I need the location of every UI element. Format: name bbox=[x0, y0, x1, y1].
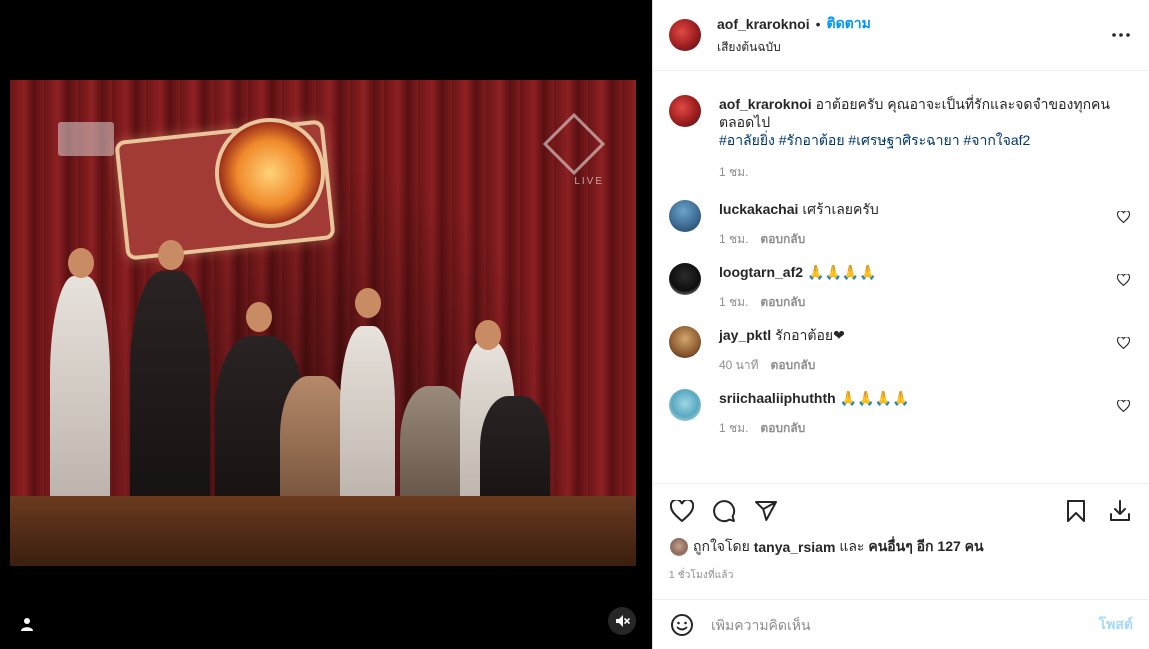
action-icon-right-group bbox=[1063, 498, 1133, 524]
comments-list[interactable]: aof_kraroknoi อาต้อยครับ คุณอาจะเป็นที่รั… bbox=[653, 71, 1149, 483]
avatar[interactable] bbox=[669, 19, 701, 51]
separator-dot: • bbox=[815, 16, 821, 32]
post-side-panel: aof_kraroknoi • ติดตาม เสียงต้นฉบับ aof_… bbox=[652, 0, 1149, 649]
comment-body: sriichaaliiphuthth 🙏🙏🙏🙏 1 ชม. ตอบกลับ bbox=[719, 389, 1129, 438]
avatar[interactable] bbox=[669, 200, 701, 232]
avatar[interactable] bbox=[669, 537, 689, 557]
live-logo bbox=[542, 112, 606, 176]
heart-icon[interactable] bbox=[1116, 399, 1131, 413]
comment-meta: 40 นาที ตอบกลับ bbox=[719, 356, 1129, 375]
list-item: loogtarn_af2 🙏🙏🙏🙏 1 ชม. ตอบกลับ bbox=[669, 263, 1133, 312]
comment-icon[interactable] bbox=[711, 498, 737, 524]
heart-icon[interactable] bbox=[1116, 210, 1131, 224]
comment-meta: 1 ชม. ตอบกลับ bbox=[719, 419, 1129, 438]
channel-logo bbox=[58, 122, 114, 156]
stage-person bbox=[130, 271, 210, 526]
stage-person-head bbox=[475, 320, 501, 350]
emoji-icon[interactable] bbox=[669, 612, 695, 638]
follow-button[interactable]: ติดตาม bbox=[827, 13, 871, 35]
post-comment-button[interactable]: โพสต์ bbox=[1099, 614, 1133, 636]
comment-time: 1 ชม. bbox=[719, 295, 749, 309]
reply-button[interactable]: ตอบกลับ bbox=[760, 230, 805, 249]
comment-message: เศร้าเลยครับ bbox=[802, 201, 879, 217]
likes-summary: ถูกใจโดย tanya_rsiam และ คนอื่นๆ อีก 127… bbox=[669, 536, 1133, 558]
caption-meta: 1 ชม. bbox=[719, 163, 1129, 182]
caption-time: 1 ชม. bbox=[719, 165, 749, 179]
post-header: aof_kraroknoi • ติดตาม เสียงต้นฉบับ bbox=[653, 0, 1149, 71]
comment-body: luckakachai เศร้าเลยครับ 1 ชม. ตอบกลับ bbox=[719, 200, 1129, 249]
comment-username[interactable]: luckakachai bbox=[719, 201, 798, 217]
reply-button[interactable]: ตอบกลับ bbox=[760, 293, 805, 312]
caption: aof_kraroknoi อาต้อยครับ คุณอาจะเป็นที่รั… bbox=[669, 87, 1133, 182]
user-tag-icon[interactable] bbox=[16, 613, 38, 635]
comment-body: loogtarn_af2 🙏🙏🙏🙏 1 ชม. ตอบกลับ bbox=[719, 263, 1129, 312]
live-label: LIVE bbox=[574, 176, 604, 187]
stage-person-head bbox=[246, 302, 272, 332]
likes-prefix: ถูกใจโดย bbox=[693, 538, 750, 554]
stage-person-head bbox=[355, 288, 381, 318]
comment-message: รักอาต้อย❤ bbox=[775, 327, 845, 343]
show-logo-emblem bbox=[215, 118, 325, 228]
comment-composer: โพสต์ bbox=[653, 599, 1149, 649]
comment-text: luckakachai เศร้าเลยครับ bbox=[719, 200, 1129, 218]
stage-floor bbox=[10, 496, 636, 566]
comment-time: 40 นาที bbox=[719, 358, 759, 372]
comment-input[interactable] bbox=[711, 616, 1099, 633]
muted-speaker-icon[interactable] bbox=[608, 607, 636, 635]
post-media[interactable]: LIVE bbox=[0, 0, 652, 649]
author-username[interactable]: aof_kraroknoi bbox=[717, 16, 810, 32]
avatar[interactable] bbox=[669, 326, 701, 358]
list-item: jay_pktl รักอาต้อย❤ 40 นาที ตอบกลับ bbox=[669, 326, 1133, 375]
header-text: aof_kraroknoi • ติดตาม เสียงต้นฉบับ bbox=[717, 13, 871, 57]
original-audio-link[interactable]: เสียงต้นฉบับ bbox=[717, 38, 871, 57]
heart-icon[interactable] bbox=[1116, 273, 1131, 287]
comment-time: 1 ชม. bbox=[719, 232, 749, 246]
comment-meta: 1 ชม. ตอบกลับ bbox=[719, 293, 1129, 312]
likes-conjunction: และ bbox=[839, 538, 865, 554]
comment-text: loogtarn_af2 🙏🙏🙏🙏 bbox=[719, 263, 1129, 281]
more-options-icon[interactable] bbox=[1111, 28, 1131, 42]
likes-others-link[interactable]: คนอื่นๆ อีก 127 คน bbox=[868, 536, 983, 558]
comment-username[interactable]: loogtarn_af2 bbox=[719, 264, 803, 280]
caption-body: aof_kraroknoi อาต้อยครับ คุณอาจะเป็นที่รั… bbox=[719, 95, 1129, 182]
share-icon[interactable] bbox=[753, 498, 779, 524]
comment-text: sriichaaliiphuthth 🙏🙏🙏🙏 bbox=[719, 389, 1129, 407]
heart-icon[interactable] bbox=[1116, 336, 1131, 350]
action-icon-row bbox=[669, 496, 1133, 526]
comment-message: 🙏🙏🙏🙏 bbox=[839, 390, 910, 406]
avatar[interactable] bbox=[669, 389, 701, 421]
video-frame[interactable]: LIVE bbox=[10, 80, 636, 566]
reply-button[interactable]: ตอบกลับ bbox=[760, 419, 805, 438]
avatar[interactable] bbox=[669, 95, 701, 127]
comment-message: 🙏🙏🙏🙏 bbox=[807, 264, 877, 280]
heart-icon[interactable] bbox=[669, 498, 695, 524]
stage-person-head bbox=[68, 248, 94, 278]
post-timestamp[interactable]: 1 ชั่วโมงที่แล้ว bbox=[669, 568, 1133, 583]
caption-text: aof_kraroknoi อาต้อยครับ คุณอาจะเป็นที่รั… bbox=[719, 95, 1129, 131]
comment-username[interactable]: sriichaaliiphuthth bbox=[719, 390, 836, 406]
bookmark-icon[interactable] bbox=[1063, 498, 1089, 524]
avatar[interactable] bbox=[669, 263, 701, 295]
comment-time: 1 ชม. bbox=[719, 421, 749, 435]
liker-username[interactable]: tanya_rsiam bbox=[754, 539, 836, 555]
reply-button[interactable]: ตอบกลับ bbox=[771, 356, 816, 375]
comment-username[interactable]: jay_pktl bbox=[719, 327, 771, 343]
comment-meta: 1 ชม. ตอบกลับ bbox=[719, 230, 1129, 249]
comment-text: jay_pktl รักอาต้อย❤ bbox=[719, 326, 1129, 344]
header-line: aof_kraroknoi • ติดตาม bbox=[717, 13, 871, 35]
list-item: sriichaaliiphuthth 🙏🙏🙏🙏 1 ชม. ตอบกลับ bbox=[669, 389, 1133, 438]
stage-person-head bbox=[158, 240, 184, 270]
comment-body: jay_pktl รักอาต้อย❤ 40 นาที ตอบกลับ bbox=[719, 326, 1129, 375]
caption-hashtags[interactable]: #อาลัยยิ่ง #รักอาต้อย #เศรษฐาศิระฉายา #จ… bbox=[719, 131, 1129, 149]
caption-username[interactable]: aof_kraroknoi bbox=[719, 96, 812, 112]
list-item: luckakachai เศร้าเลยครับ 1 ชม. ตอบกลับ bbox=[669, 200, 1133, 249]
post-view: LIVE aof_kraroknoi • ติดตาม เสียงต้นฉบับ… bbox=[0, 0, 1149, 649]
stage-person bbox=[50, 276, 110, 526]
download-icon[interactable] bbox=[1107, 498, 1133, 524]
post-actions: ถูกใจโดย tanya_rsiam และ คนอื่นๆ อีก 127… bbox=[653, 483, 1149, 599]
